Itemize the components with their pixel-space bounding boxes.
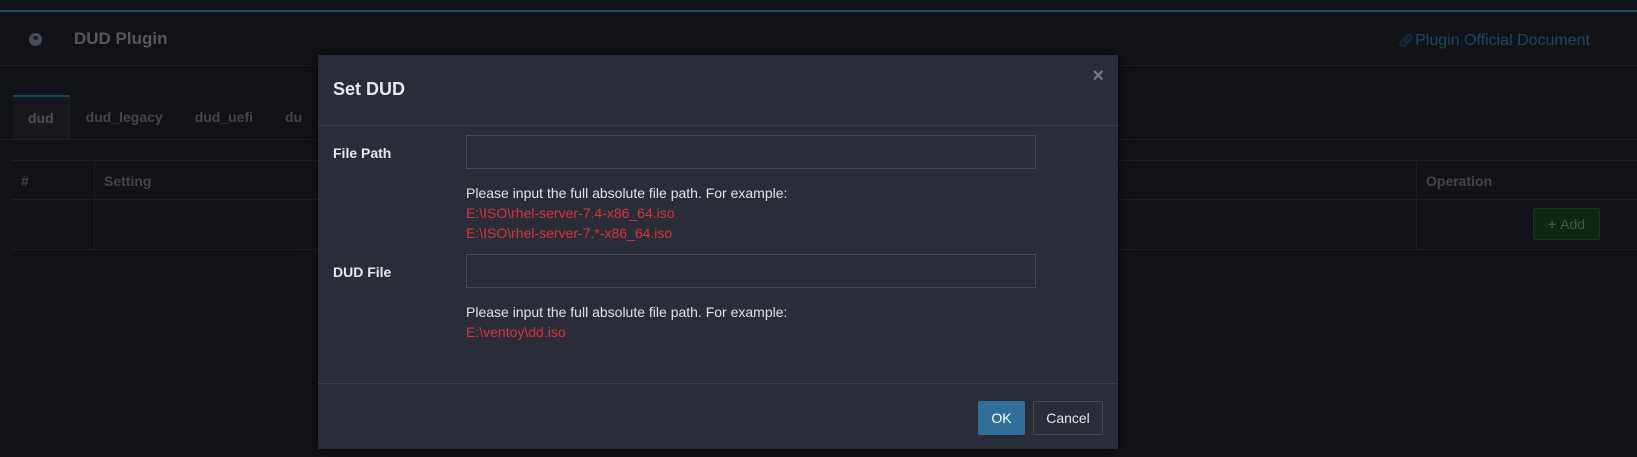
- cancel-button[interactable]: Cancel: [1033, 401, 1103, 435]
- file-path-label: File Path: [333, 145, 392, 161]
- dud-file-input[interactable]: [466, 254, 1036, 288]
- page-title: DUD Plugin: [74, 29, 168, 48]
- file-path-hint: Please input the full absolute file path…: [466, 183, 787, 243]
- tab-dud-uefi[interactable]: dud_uefi: [179, 95, 269, 140]
- plugin-document-link[interactable]: 🔗︎Plugin Official Document: [1398, 32, 1590, 50]
- background-page: DUD Plugin 🔗︎Plugin Official Document du…: [0, 0, 1637, 457]
- globe-icon: [29, 33, 42, 46]
- plugin-document-link-label: Plugin Official Document: [1415, 32, 1590, 49]
- dud-file-label: DUD File: [333, 264, 392, 280]
- dialog-header: Set DUD ×: [318, 55, 1118, 126]
- tab-bar: dud dud_legacy dud_uefi du: [13, 95, 318, 140]
- set-dud-dialog: Set DUD × File Path Please input the ful…: [318, 55, 1118, 449]
- file-path-hint-text: Please input the full absolute file path…: [466, 185, 788, 201]
- ok-button[interactable]: OK: [978, 401, 1025, 435]
- file-path-example: E:\ISO\rhel-server-7.*-x86_64.iso: [466, 225, 673, 241]
- dud-file-hint: Please input the full absolute file path…: [466, 302, 787, 342]
- close-icon[interactable]: ×: [1092, 66, 1104, 86]
- add-button[interactable]: + Add: [1533, 208, 1600, 240]
- column-header-operation: Operation: [1426, 173, 1493, 189]
- file-path-input[interactable]: [466, 135, 1036, 169]
- dud-file-example: E:\ventoy\dd.iso: [466, 324, 566, 340]
- file-path-example: E:\ISO\rhel-server-7.4-x86_64.iso: [466, 205, 675, 221]
- column-divider: [94, 161, 95, 249]
- column-divider: [1416, 161, 1417, 249]
- dialog-footer-divider: [318, 383, 1118, 384]
- dialog-title: Set DUD: [333, 79, 406, 99]
- tab-dud[interactable]: dud: [13, 95, 70, 140]
- column-header-index: #: [21, 173, 29, 189]
- plus-icon: +: [1547, 216, 1557, 232]
- link-icon: 🔗︎: [1398, 33, 1415, 48]
- column-header-setting: Setting: [104, 173, 152, 189]
- add-button-label: Add: [1560, 216, 1586, 232]
- tab-dud-legacy[interactable]: dud_legacy: [70, 95, 179, 140]
- dud-file-hint-text: Please input the full absolute file path…: [466, 304, 788, 320]
- tab-du[interactable]: du: [269, 95, 318, 140]
